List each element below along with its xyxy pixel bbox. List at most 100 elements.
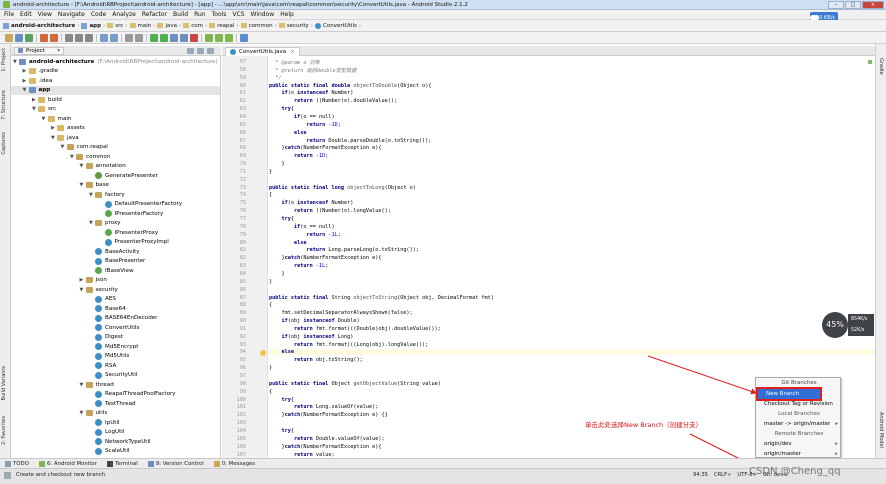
caret-position[interactable]: 94:35 [693, 472, 708, 478]
tree-item[interactable]: ▼ proxy [11, 219, 220, 229]
menu-analyze[interactable]: Analyze [112, 11, 136, 18]
remote-branch-dev[interactable]: origin/dev ▸ [756, 439, 842, 449]
tree-item[interactable]: BaseActivity [11, 247, 220, 257]
tool-windows-toggle-icon[interactable] [4, 472, 11, 479]
expand-arrow-icon[interactable]: ▼ [80, 182, 86, 188]
run-icon[interactable] [160, 33, 168, 42]
menu-build[interactable]: Build [173, 11, 188, 18]
menu-run[interactable]: Run [194, 11, 206, 18]
copy-icon[interactable] [75, 33, 83, 42]
close-tab-icon[interactable]: × [290, 49, 295, 55]
expand-arrow-icon[interactable]: ▼ [80, 287, 86, 293]
breadcrumb-java[interactable]: java › [157, 23, 181, 29]
menu-vcs[interactable]: VCS [232, 11, 244, 18]
menu-tools[interactable]: Tools [212, 11, 227, 18]
menu-code[interactable]: Code [91, 11, 106, 18]
tab-convertutils[interactable]: ConvertUtils.java × [225, 47, 300, 56]
menu-refactor[interactable]: Refactor [142, 11, 167, 18]
tree-item[interactable]: ▼ src [11, 105, 220, 115]
tree-item[interactable]: IpUtil [11, 418, 220, 428]
tool-window-android-model[interactable]: Android Model [878, 412, 884, 448]
tool-window-structure[interactable]: 7: Structure [1, 90, 7, 120]
menu-file[interactable]: File [4, 11, 14, 18]
tree-item[interactable]: IPresenterFactory [11, 209, 220, 219]
tree-item[interactable]: ▼ annotation [11, 162, 220, 172]
maximize-button[interactable]: □ [845, 1, 861, 9]
settings-gear-icon[interactable] [197, 48, 204, 54]
tool-window-captures[interactable]: Captures [1, 132, 7, 155]
android-device-monitor-icon[interactable] [225, 33, 233, 42]
build-icon[interactable] [150, 33, 158, 42]
project-view-selector[interactable]: Project ▾ [14, 46, 64, 55]
menu-edit[interactable]: Edit [20, 11, 32, 18]
expand-arrow-icon[interactable]: ▼ [80, 163, 86, 169]
tool-window-project[interactable]: 1: Project [1, 48, 7, 72]
menu-view[interactable]: View [38, 11, 52, 18]
line-separator[interactable]: CRLF÷ [714, 472, 731, 478]
redo-icon[interactable] [50, 33, 58, 42]
tree-item[interactable]: ScaleUtil [11, 447, 220, 457]
tree-item[interactable]: ▼ app [11, 85, 220, 95]
tree-item[interactable]: LogUtil [11, 428, 220, 438]
breadcrumb-security[interactable]: security › [278, 23, 313, 29]
tree-item[interactable]: ▼ java [11, 133, 220, 143]
tool-tab-messages[interactable]: 0: Messages [213, 460, 255, 467]
checkout-tag-item[interactable]: Checkout Tag or Revision [756, 399, 842, 409]
tool-window-gradle[interactable]: Gradle [878, 58, 884, 75]
breadcrumb-common[interactable]: common › [240, 23, 277, 29]
tree-item[interactable]: TestThread [11, 399, 220, 409]
tree-item[interactable]: ▶ build [11, 95, 220, 105]
tree-item[interactable]: ▶ .gradle [11, 67, 220, 77]
tree-item[interactable]: Base64 [11, 304, 220, 314]
back-icon[interactable] [125, 33, 133, 42]
breadcrumb-app[interactable]: app › [81, 22, 105, 29]
menu-navigate[interactable]: Navigate [58, 11, 85, 18]
sync-icon[interactable] [25, 33, 33, 42]
menu-window[interactable]: Window [251, 11, 275, 18]
new-branch-item[interactable]: New Branch [756, 387, 822, 401]
intention-bulb-icon[interactable] [260, 349, 266, 356]
breadcrumb-com[interactable]: com › [183, 23, 207, 29]
collapse-arrow-icon[interactable]: ▶ [23, 68, 29, 74]
open-icon[interactable] [5, 33, 13, 42]
tree-item[interactable]: ConvertUtils [11, 323, 220, 333]
collapse-arrow-icon[interactable]: ▶ [23, 78, 29, 84]
tree-item[interactable]: IBaseView [11, 266, 220, 276]
cut-icon[interactable] [65, 33, 73, 42]
hide-panel-icon[interactable] [207, 48, 214, 54]
sync-view-icon[interactable] [187, 48, 194, 54]
tree-item[interactable]: ▼ main [11, 114, 220, 124]
sdk-manager-icon[interactable] [215, 33, 223, 42]
tree-item[interactable]: ▼ utils [11, 409, 220, 419]
expand-arrow-icon[interactable]: ▼ [80, 410, 86, 416]
expand-arrow-icon[interactable]: ▼ [23, 87, 29, 93]
tree-item[interactable]: Digest [11, 333, 220, 343]
find-icon[interactable] [100, 33, 108, 42]
paste-icon[interactable] [85, 33, 93, 42]
tree-item[interactable]: RSA [11, 361, 220, 371]
avd-manager-icon[interactable] [205, 33, 213, 42]
tree-item[interactable]: SecurityUtil [11, 371, 220, 381]
tree-item[interactable]: ▶ json [11, 276, 220, 286]
local-branch-master[interactable]: master -> origin/master ▸ [756, 419, 842, 429]
tree-item[interactable]: ▼ android-architecture (F:\Android\RBProje… [11, 57, 220, 67]
tree-item[interactable]: BasePresenter [11, 257, 220, 267]
tree-item[interactable]: ▼ security [11, 285, 220, 295]
breadcrumb-main[interactable]: main › [129, 23, 155, 29]
tool-tab-todo[interactable]: TODO [5, 460, 29, 467]
tool-window-build-variants[interactable]: Build Variants [1, 366, 7, 400]
debug-icon[interactable] [170, 33, 178, 42]
tree-item[interactable]: BASE64EnDecoder [11, 314, 220, 324]
tree-item[interactable]: Md5Utils [11, 352, 220, 362]
breadcrumb-convertutils[interactable]: ConvertUtils › [314, 22, 361, 29]
expand-arrow-icon[interactable]: ▼ [42, 116, 48, 122]
tree-item[interactable]: ▼ thread [11, 380, 220, 390]
tree-item[interactable]: PresenterProxyImpl [11, 238, 220, 248]
save-icon[interactable] [15, 33, 23, 42]
menu-help[interactable]: Help [280, 11, 294, 18]
undo-icon[interactable] [40, 33, 48, 42]
attach-debugger-icon[interactable] [180, 33, 188, 42]
minimize-button[interactable]: – [828, 1, 844, 9]
tree-item[interactable]: ▼ base [11, 181, 220, 191]
expand-arrow-icon[interactable]: ▼ [61, 144, 67, 150]
